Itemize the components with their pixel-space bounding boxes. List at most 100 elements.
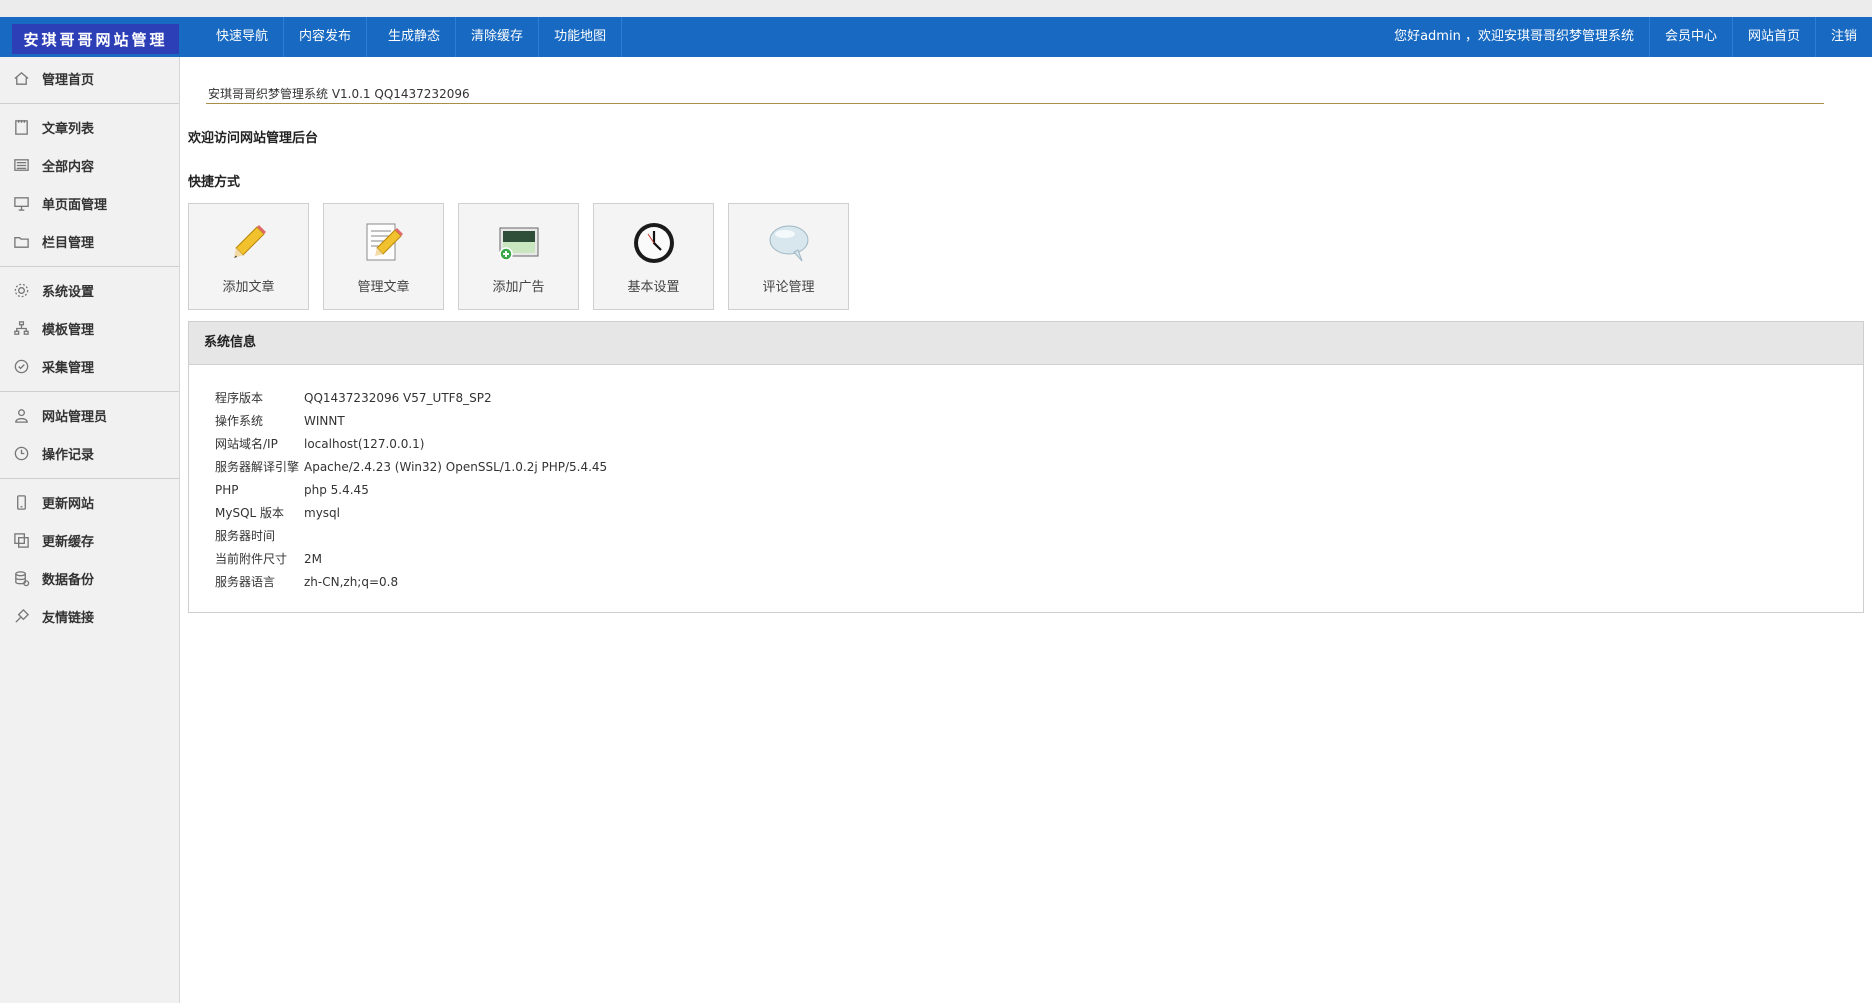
page-title: 欢迎访问网站管理后台 [188, 131, 319, 146]
welcome-text: 您好admin ，欢迎安琪哥哥织梦管理系统 [1394, 29, 1634, 44]
table-row: MySQL 版本 mysql [215, 501, 607, 524]
edit-document-icon [361, 220, 407, 266]
info-value: php 5.4.45 [304, 482, 369, 497]
sidebar: 管理首页 文章列表 全部内容 单页面管理 栏目管理 系统设置 模板管理 采集管理… [0, 57, 180, 1003]
sidebar-item-label: 网站管理员 [42, 409, 108, 425]
mobile-icon [12, 493, 30, 511]
pencil-icon [226, 220, 272, 266]
speech-bubble-icon [766, 220, 812, 266]
info-key: MySQL 版本 [215, 506, 285, 520]
table-row: 程序版本 QQ1437232096 V57_UTF8_SP2 [215, 386, 607, 409]
sidebar-item-label: 采集管理 [42, 360, 95, 376]
link-icon [12, 607, 30, 625]
gear-icon [12, 281, 30, 299]
sidebar-item-label: 操作记录 [42, 447, 95, 463]
sidebar-item-article-list[interactable]: 文章列表 [0, 108, 179, 146]
shortcuts-title: 快捷方式 [188, 175, 241, 190]
site-home-link[interactable]: 网站首页 [1731, 17, 1815, 57]
table-row: 服务器解译引擎 Apache/2.4.23 (Win32) OpenSSL/1.0… [215, 455, 607, 478]
browser-top-strip [0, 0, 1872, 17]
shortcut-comments[interactable]: 评论管理 [728, 203, 849, 310]
info-value: localhost(127.0.0.1) [304, 436, 425, 451]
database-icon [12, 569, 30, 587]
info-value: QQ1437232096 V57_UTF8_SP2 [304, 390, 492, 405]
member-center-link[interactable]: 会员中心 [1648, 17, 1732, 57]
sidebar-group: 网站管理员 操作记录 [0, 392, 179, 479]
version-text: 安琪哥哥织梦管理系统 V1.0.1 QQ1437232096 [208, 87, 470, 101]
shortcut-add-ad[interactable]: 添加广告 [458, 203, 579, 310]
nav-clear-cache[interactable]: 清除缓存 [456, 17, 540, 57]
nav-content-publish[interactable]: 内容发布 [284, 17, 368, 57]
shortcut-label: 添加广告 [492, 280, 545, 295]
sidebar-item-data-backup[interactable]: 数据备份 [0, 559, 179, 597]
sidebar-item-category[interactable]: 栏目管理 [0, 222, 179, 260]
shortcut-label: 基本设置 [627, 280, 680, 295]
sidebar-group: 更新网站 更新缓存 数据备份 友情链接 [0, 479, 179, 641]
system-info-table: 程序版本 QQ1437232096 V57_UTF8_SP2 操作系统 WINNT … [215, 386, 607, 593]
sitemap-icon [12, 319, 30, 337]
sidebar-item-label: 全部内容 [42, 159, 95, 175]
sidebar-item-label: 数据备份 [42, 572, 95, 588]
sidebar-item-admin-home[interactable]: 管理首页 [0, 59, 179, 97]
sidebar-item-label: 系统设置 [42, 284, 95, 300]
sidebar-item-label: 文章列表 [42, 121, 95, 137]
sidebar-item-friend-links[interactable]: 友情链接 [0, 597, 179, 635]
notebook-icon [12, 118, 30, 136]
folder-icon [12, 232, 30, 250]
sidebar-group: 系统设置 模板管理 采集管理 [0, 267, 179, 392]
collect-icon [12, 357, 30, 375]
sidebar-item-update-site[interactable]: 更新网站 [0, 483, 179, 521]
info-key: 服务器时间 [215, 529, 276, 543]
site-logo: 安琪哥哥网站管理 [12, 24, 179, 54]
sidebar-item-template[interactable]: 模板管理 [0, 309, 179, 347]
info-key: 服务器解译引擎 [215, 460, 300, 474]
info-value: Apache/2.4.23 (Win32) OpenSSL/1.0.2j PHP… [304, 459, 608, 474]
info-value: zh-CN,zh;q=0.8 [304, 574, 399, 589]
sidebar-item-site-admin[interactable]: 网站管理员 [0, 396, 179, 434]
info-key: 网站域名/IP [215, 437, 278, 451]
user-icon [12, 406, 30, 424]
shortcut-manage-articles[interactable]: 管理文章 [323, 203, 444, 310]
system-info-title: 系统信息 [189, 322, 1863, 365]
sidebar-item-operation-log[interactable]: 操作记录 [0, 434, 179, 472]
nav-function-map[interactable]: 功能地图 [539, 17, 623, 57]
sidebar-item-label: 更新缓存 [42, 534, 95, 550]
top-right-nav: 您好admin ，欢迎安琪哥哥织梦管理系统 会员中心 网站首页 注销 [1379, 17, 1872, 57]
table-row: 服务器时间 [215, 524, 607, 547]
top-nav: 快速导航 内容发布 生成静态 清除缓存 功能地图 [201, 17, 623, 57]
shortcuts: 添加文章 管理文章 添加广告 基本设置 评论管理 [188, 203, 863, 310]
sidebar-item-all-content[interactable]: 全部内容 [0, 146, 179, 184]
table-row: 网站域名/IP localhost(127.0.0.1) [215, 432, 607, 455]
copy-icon [12, 531, 30, 549]
sidebar-item-update-cache[interactable]: 更新缓存 [0, 521, 179, 559]
info-value [304, 524, 607, 547]
sidebar-group: 管理首页 [0, 57, 179, 104]
table-row: 操作系统 WINNT [215, 409, 607, 432]
info-value: 2M [304, 551, 322, 566]
sidebar-item-system-settings[interactable]: 系统设置 [0, 271, 179, 309]
table-row: 当前附件尺寸 2M [215, 547, 607, 570]
sidebar-item-label: 栏目管理 [42, 235, 95, 251]
shortcut-label: 添加文章 [222, 280, 275, 295]
shortcut-basic-settings[interactable]: 基本设置 [593, 203, 714, 310]
home-icon [12, 69, 30, 87]
system-info-panel: 系统信息 程序版本 QQ1437232096 V57_UTF8_SP2 操作系统 W… [188, 321, 1864, 613]
nav-quick-navigation[interactable]: 快速导航 [201, 17, 285, 57]
shortcut-label: 评论管理 [762, 280, 815, 295]
info-key: 服务器语言 [215, 575, 276, 589]
logout-link[interactable]: 注销 [1814, 17, 1872, 57]
clock-icon [12, 444, 30, 462]
nav-generate-static[interactable]: 生成静态 [373, 17, 457, 57]
divider [206, 103, 1824, 104]
info-value: mysql [304, 505, 340, 520]
sidebar-item-single-page[interactable]: 单页面管理 [0, 184, 179, 222]
list-icon [12, 156, 30, 174]
sidebar-item-label: 友情链接 [42, 610, 95, 626]
sidebar-item-label: 更新网站 [42, 496, 95, 512]
shortcut-add-article[interactable]: 添加文章 [188, 203, 309, 310]
table-row: 服务器语言 zh-CN,zh;q=0.8 [215, 570, 607, 593]
sidebar-item-label: 单页面管理 [42, 197, 108, 213]
sidebar-item-collect[interactable]: 采集管理 [0, 347, 179, 385]
shortcut-label: 管理文章 [357, 280, 410, 295]
info-value: WINNT [304, 413, 345, 428]
